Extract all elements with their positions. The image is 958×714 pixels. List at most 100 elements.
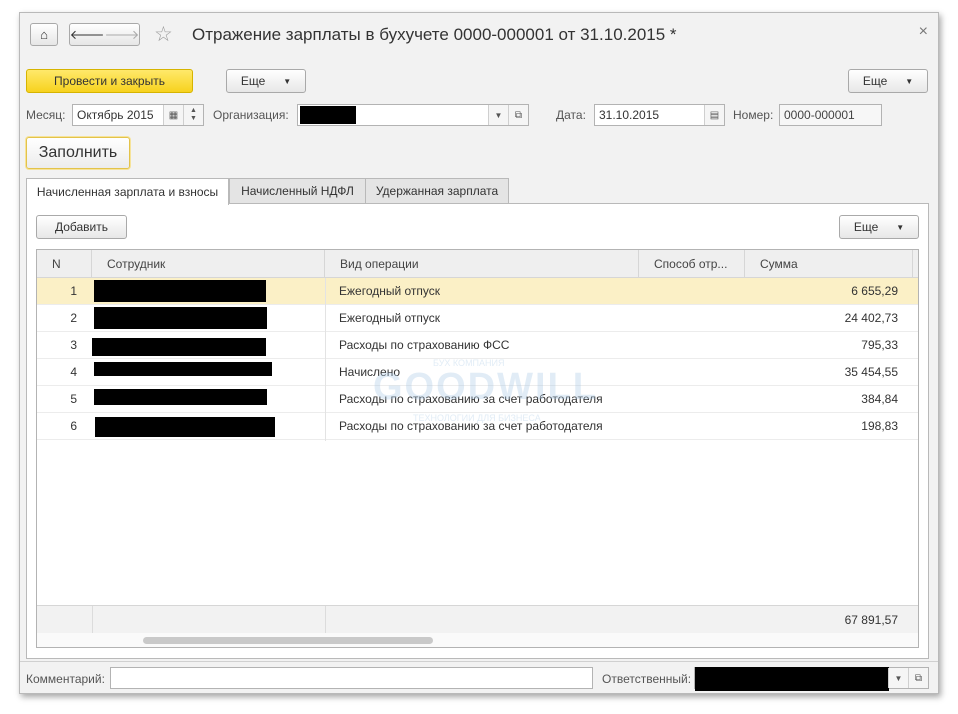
column-divider — [325, 278, 326, 441]
tab-withheld-salary[interactable]: Удержанная зарплата — [365, 178, 509, 203]
redacted-employee — [94, 307, 267, 329]
row-number: 2 — [70, 311, 77, 325]
scrollbar-thumb[interactable] — [143, 637, 433, 644]
row-number: 4 — [70, 365, 77, 379]
horizontal-scrollbar[interactable] — [37, 633, 918, 647]
forward-icon[interactable]: 🡒 — [105, 27, 140, 43]
table-row[interactable]: 5 Расходы по страхованию за счет работод… — [37, 386, 918, 413]
window-title: Отражение зарплаты в бухучете 0000-00000… — [192, 25, 677, 44]
redacted-organization — [300, 106, 356, 124]
month-value: Октябрь 2015 — [77, 108, 154, 122]
post-and-close-button[interactable]: Провести и закрыть — [26, 69, 193, 93]
row-number: 5 — [70, 392, 77, 406]
sum-cell: 795,33 — [861, 338, 898, 352]
footer-divider — [92, 606, 93, 634]
sum-cell: 6 655,29 — [851, 284, 898, 298]
organization-field[interactable]: ▼ ⧉ — [297, 104, 529, 126]
calendar-icon[interactable]: ▤ — [704, 105, 724, 125]
fill-label: Заполнить — [38, 144, 118, 161]
column-header-operation[interactable]: Вид операции — [325, 250, 639, 278]
chevron-down-icon: ▼ — [283, 76, 292, 86]
operation-cell: Расходы по страхованию ФСС — [339, 338, 510, 352]
add-row-label: Добавить — [54, 220, 109, 234]
operation-cell: Ежегодный отпуск — [339, 284, 441, 298]
operation-cell: Ежегодный отпуск — [339, 311, 441, 325]
favorite-star-icon[interactable]: ☆ — [154, 23, 173, 47]
post-and-close-label: Провести и закрыть — [54, 74, 165, 88]
number-field[interactable]: 0000-000001 — [779, 104, 882, 126]
redacted-employee — [94, 280, 266, 302]
calendar-icon[interactable]: ▦ — [163, 105, 183, 125]
sum-cell: 24 402,73 — [844, 311, 898, 325]
accruals-table: N Сотрудник Вид операции Способ отр... С… — [36, 249, 919, 648]
chevron-down-icon: ▼ — [896, 222, 905, 232]
bottom-bar: Комментарий: Ответственный: ▼ ⧉ — [20, 661, 938, 693]
table-row[interactable]: 3 Расходы по страхованию ФСС 795,33 — [37, 332, 918, 359]
chevron-down-icon: ▼ — [905, 76, 914, 86]
add-row-button[interactable]: Добавить — [36, 215, 127, 239]
responsible-label: Ответственный: — [602, 672, 692, 686]
organization-label: Организация: — [213, 108, 289, 122]
responsible-field[interactable]: ▼ ⧉ — [694, 667, 929, 691]
column-header-sum[interactable]: Сумма — [745, 250, 913, 278]
row-number: 1 — [70, 284, 77, 298]
redacted-responsible — [695, 667, 889, 691]
close-icon[interactable]: × — [919, 23, 928, 41]
operation-cell: Расходы по страхованию за счет работодат… — [339, 392, 603, 406]
table-more-button[interactable]: Еще ▼ — [839, 215, 919, 239]
table-row[interactable]: 4 Начислено 35 454,55 — [37, 359, 918, 386]
operation-cell: Расходы по страхованию за счет работодат… — [339, 419, 603, 433]
tab-label: Удержанная зарплата — [375, 184, 499, 198]
more-actions-label: Еще — [240, 74, 266, 88]
month-field[interactable]: Октябрь 2015 ▦ ▲ ▼ — [72, 104, 204, 126]
date-label: Дата: — [556, 108, 586, 122]
tab-panel: Добавить Еще ▼ N Сотрудник Вид операции … — [26, 203, 929, 659]
footer-divider — [325, 606, 326, 634]
operation-cell: Начислено — [339, 365, 401, 379]
table-row[interactable]: 1 Ежегодный отпуск 6 655,29 — [37, 278, 918, 305]
tab-label: Начисленный НДФЛ — [241, 184, 354, 198]
row-number: 6 — [70, 419, 77, 433]
comment-label: Комментарий: — [26, 672, 105, 686]
more-actions-button[interactable]: Еще ▼ — [226, 69, 306, 93]
column-header-method[interactable]: Способ отр... — [639, 250, 745, 278]
tab-accrued-salary[interactable]: Начисленная зарплата и взносы — [26, 178, 229, 205]
row-number: 3 — [70, 338, 77, 352]
month-stepper[interactable]: ▲ ▼ — [183, 105, 203, 125]
column-header-n[interactable]: N — [37, 250, 92, 278]
redacted-employee — [94, 362, 272, 376]
month-label: Месяц: — [26, 108, 66, 122]
number-value: 0000-000001 — [784, 108, 855, 122]
date-field[interactable]: 31.10.2015 ▤ — [594, 104, 725, 126]
table-row[interactable]: 6 Расходы по страхованию за счет работод… — [37, 413, 918, 440]
navigation-buttons: 🡐 🡒 — [69, 23, 140, 46]
back-icon[interactable]: 🡐 — [70, 27, 105, 43]
document-window: ⌂ 🡐 🡒 ☆ Отражение зарплаты в бухучете 00… — [19, 12, 939, 694]
comment-field[interactable] — [110, 667, 593, 689]
table-footer: 67 891,57 — [37, 605, 918, 634]
table-header: N Сотрудник Вид операции Способ отр... С… — [37, 250, 918, 278]
home-icon: ⌂ — [40, 27, 48, 42]
redacted-employee — [95, 417, 275, 437]
fill-button[interactable]: Заполнить — [26, 137, 130, 169]
sum-cell: 384,84 — [861, 392, 898, 406]
table-row[interactable]: 2 Ежегодный отпуск 24 402,73 — [37, 305, 918, 332]
table-more-label: Еще — [853, 220, 879, 234]
dropdown-arrow-icon[interactable]: ▼ — [888, 668, 908, 688]
redacted-employee — [92, 338, 266, 356]
home-button[interactable]: ⌂ — [30, 23, 58, 46]
more-actions-right-label: Еще — [862, 74, 888, 88]
date-value: 31.10.2015 — [599, 108, 660, 122]
open-icon[interactable]: ⧉ — [908, 668, 928, 688]
more-actions-right-button[interactable]: Еще ▼ — [848, 69, 928, 93]
sum-cell: 198,83 — [861, 419, 898, 433]
column-header-employee[interactable]: Сотрудник — [92, 250, 325, 278]
tab-label: Начисленная зарплата и взносы — [36, 185, 219, 199]
title-bar: ⌂ 🡐 🡒 ☆ Отражение зарплаты в бухучете 00… — [20, 13, 938, 59]
open-icon[interactable]: ⧉ — [508, 105, 528, 125]
redacted-employee — [94, 389, 267, 405]
number-label: Номер: — [733, 108, 774, 122]
total-sum: 67 891,57 — [844, 613, 898, 627]
tab-accrued-ndfl[interactable]: Начисленный НДФЛ — [229, 178, 366, 203]
dropdown-arrow-icon[interactable]: ▼ — [488, 105, 508, 125]
